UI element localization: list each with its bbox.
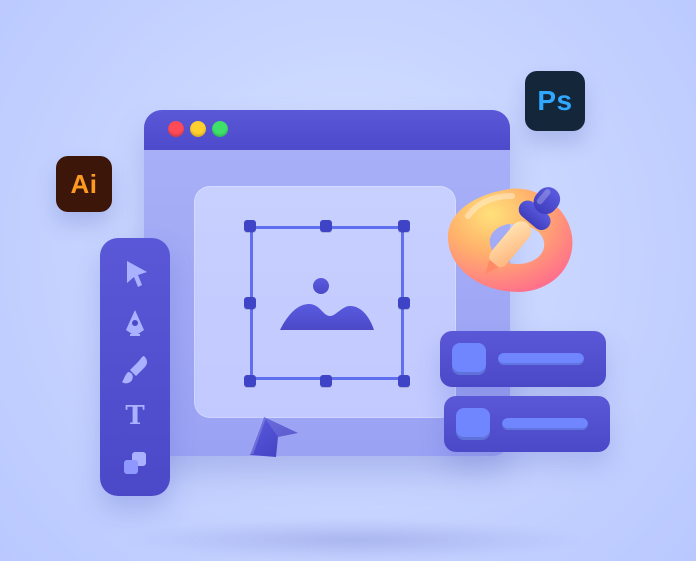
adobe-illustrator-badge-label: Ai — [70, 168, 98, 199]
tool-palette: T — [100, 238, 170, 496]
ground-shadow — [120, 520, 590, 560]
panel-swatch-chip[interactable] — [452, 343, 486, 375]
window-titlebar — [144, 110, 510, 150]
mouse-cursor-icon — [250, 417, 298, 457]
panel-property-bar — [502, 418, 588, 430]
selection-handle-bl[interactable] — [244, 375, 256, 387]
window-minimize-dot[interactable] — [190, 121, 206, 137]
properties-panel-1[interactable] — [440, 331, 606, 387]
adobe-photoshop-badge-label: Ps — [537, 85, 573, 116]
selection-handle-bm[interactable] — [320, 375, 332, 387]
selection-arrow-icon[interactable] — [114, 252, 156, 294]
image-placeholder-icon — [280, 278, 374, 330]
window-maximize-dot[interactable] — [212, 121, 228, 137]
svg-text:T: T — [125, 401, 145, 431]
adobe-illustrator-badge: Ai — [56, 156, 112, 212]
adobe-photoshop-badge: Ps — [525, 71, 585, 131]
color-donut-and-dropper-icon — [447, 187, 573, 292]
pen-tool-icon[interactable] — [114, 300, 156, 342]
layers-icon[interactable] — [114, 442, 156, 484]
brush-icon[interactable] — [114, 348, 156, 390]
selection-handle-tr[interactable] — [398, 220, 410, 232]
illustration-scene: Ai Ps T — [0, 0, 696, 561]
properties-panel-2[interactable] — [444, 396, 610, 452]
selection-handle-tm[interactable] — [320, 220, 332, 232]
selection-handle-tl[interactable] — [244, 220, 256, 232]
panel-property-bar — [498, 353, 584, 365]
window-close-dot[interactable] — [168, 121, 184, 137]
selection-handle-br[interactable] — [398, 375, 410, 387]
selection-handle-ml[interactable] — [244, 297, 256, 309]
panel-swatch-chip[interactable] — [456, 408, 490, 440]
selection-handle-mr[interactable] — [398, 297, 410, 309]
text-tool-icon[interactable]: T — [114, 394, 156, 436]
